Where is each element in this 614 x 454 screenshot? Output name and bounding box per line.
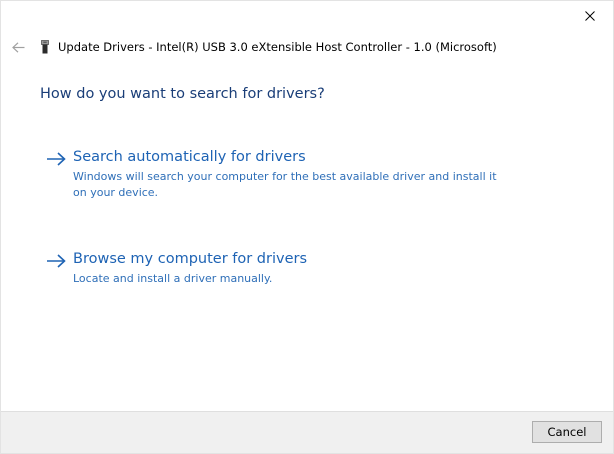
back-arrow-icon: [11, 41, 24, 53]
search-automatically-option[interactable]: Search automatically for drivers Windows…: [39, 141, 511, 221]
browse-computer-option[interactable]: Browse my computer for drivers Locate an…: [39, 243, 511, 307]
option-description: Locate and install a driver manually.: [73, 272, 273, 285]
back-button[interactable]: [9, 38, 27, 56]
usb-device-icon: [41, 40, 49, 54]
close-icon: [585, 11, 595, 21]
arrow-right-icon: [45, 250, 67, 272]
close-button[interactable]: [567, 1, 613, 31]
option-body: Search automatically for drivers Windows…: [73, 147, 503, 201]
dialog-footer: Cancel: [1, 411, 613, 453]
page-heading: How do you want to search for drivers?: [40, 86, 325, 102]
option-description: Windows will search your computer for th…: [73, 170, 497, 199]
window-title: Update Drivers - Intel(R) USB 3.0 eXtens…: [58, 40, 497, 54]
option-title: Browse my computer for drivers: [73, 251, 308, 267]
title-bar: Update Drivers - Intel(R) USB 3.0 eXtens…: [9, 37, 497, 57]
option-title: Search automatically for drivers: [73, 149, 306, 165]
cancel-button[interactable]: Cancel: [532, 421, 602, 443]
update-drivers-dialog: Update Drivers - Intel(R) USB 3.0 eXtens…: [0, 0, 614, 454]
arrow-right-icon: [45, 148, 67, 170]
option-body: Browse my computer for drivers Locate an…: [73, 249, 503, 287]
